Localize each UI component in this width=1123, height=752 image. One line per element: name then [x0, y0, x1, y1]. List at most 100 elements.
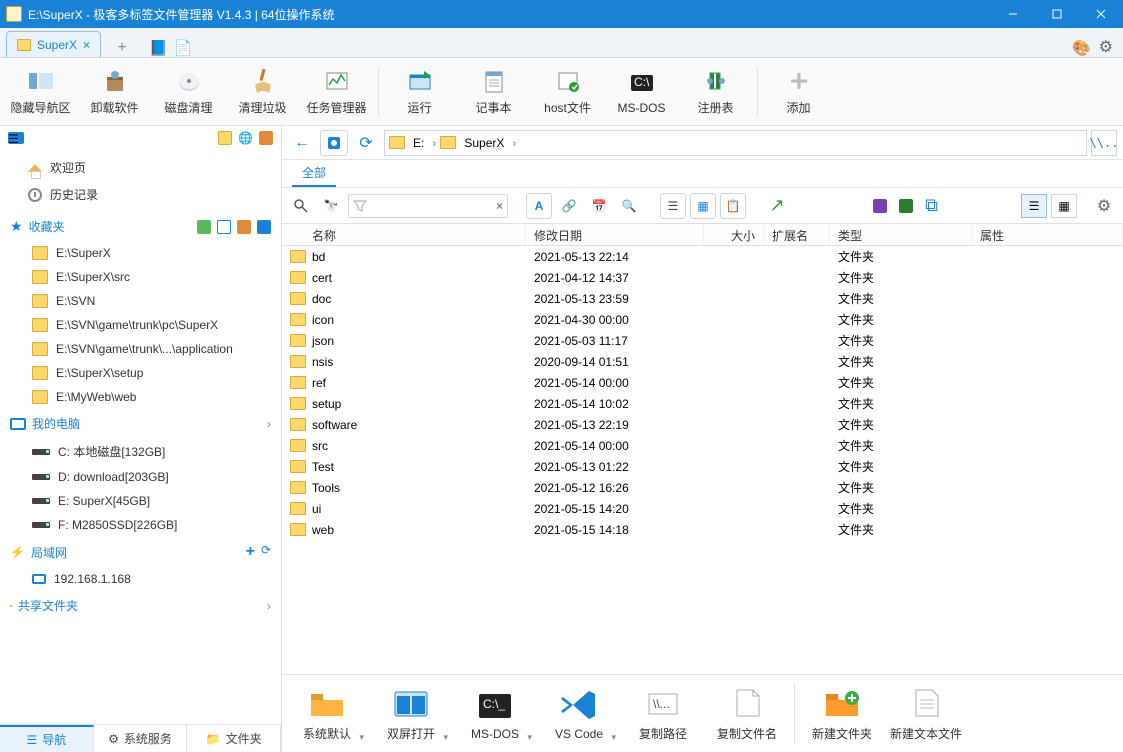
- palette-icon[interactable]: 🎨: [1072, 39, 1091, 57]
- breadcrumb-seg-1[interactable]: SuperX: [460, 136, 508, 150]
- fav-item[interactable]: E:\MyWeb\web: [0, 385, 281, 409]
- table-row[interactable]: Test2021-05-13 01:22文件夹: [282, 456, 1123, 477]
- toolbar-host[interactable]: host文件: [531, 61, 605, 123]
- fav-item[interactable]: E:\SuperX\src: [0, 265, 281, 289]
- list-layout-icon[interactable]: ☰: [660, 193, 686, 219]
- fav-page-icon[interactable]: [217, 220, 231, 234]
- bottom-dos[interactable]: C:\_MS-DOS▾: [454, 677, 536, 751]
- table-row[interactable]: software2021-05-13 22:19文件夹: [282, 414, 1123, 435]
- sidetab-0[interactable]: ☰导航: [0, 725, 94, 752]
- bookmark-icon-2[interactable]: 📄: [174, 39, 193, 57]
- search-icon[interactable]: [288, 193, 314, 219]
- list-view-icon[interactable]: ☰: [8, 132, 24, 144]
- table-row[interactable]: src2021-05-14 00:00文件夹: [282, 435, 1123, 456]
- path-mode-button[interactable]: \\..: [1091, 130, 1117, 156]
- col-date[interactable]: 修改日期: [526, 224, 704, 245]
- lan-item[interactable]: 192.168.1.168: [0, 567, 281, 591]
- table-row[interactable]: cert2021-04-12 14:37文件夹: [282, 267, 1123, 288]
- app-phpstorm-icon[interactable]: [873, 199, 887, 213]
- filter-tab-all[interactable]: 全部: [292, 160, 336, 187]
- table-row[interactable]: web2021-05-15 14:18文件夹: [282, 519, 1123, 540]
- table-row[interactable]: Tools2021-05-12 16:26文件夹: [282, 477, 1123, 498]
- fav-blue-icon[interactable]: [257, 220, 271, 234]
- table-row[interactable]: setup2021-05-14 10:02文件夹: [282, 393, 1123, 414]
- breadcrumb-seg-0[interactable]: E:: [409, 136, 428, 150]
- export-icon[interactable]: ↗: [764, 193, 790, 219]
- table-row[interactable]: bd2021-05-13 22:14文件夹: [282, 246, 1123, 267]
- sidebar-welcome[interactable]: 欢迎页: [0, 154, 281, 181]
- breadcrumb[interactable]: E: › SuperX ›: [384, 130, 1087, 156]
- table-row[interactable]: doc2021-05-13 23:59文件夹: [282, 288, 1123, 309]
- toolbar-nav[interactable]: 隐藏导航区: [4, 61, 78, 123]
- back-button[interactable]: ←: [288, 130, 316, 156]
- binoculars-icon[interactable]: 🔭: [318, 193, 344, 219]
- tab-close-icon[interactable]: ×: [83, 38, 90, 52]
- fav-item[interactable]: E:\SVN\game\trunk\...\application: [0, 337, 281, 361]
- calendar-icon[interactable]: 📅: [586, 193, 612, 219]
- sidetab-1[interactable]: ⚙系统服务: [94, 725, 188, 752]
- fav-add-green-icon[interactable]: [197, 220, 211, 234]
- bottom-newtxt[interactable]: 新建文本文件: [885, 677, 967, 751]
- view-details-button[interactable]: ☰: [1021, 194, 1047, 218]
- font-icon[interactable]: A: [526, 193, 552, 219]
- preview-icon[interactable]: 📋: [720, 193, 746, 219]
- folder-mini-icon[interactable]: [218, 131, 232, 145]
- app-vscode-icon[interactable]: ⧉: [925, 195, 938, 216]
- toolbar-add[interactable]: 添加: [762, 61, 836, 123]
- drive-item[interactable]: E: SuperX[45GB]: [0, 489, 281, 513]
- gear-icon[interactable]: ⚙: [1091, 193, 1117, 219]
- col-type[interactable]: 类型: [830, 224, 972, 245]
- fav-item[interactable]: E:\SVN: [0, 289, 281, 313]
- bottom-newfolder[interactable]: 新建文件夹: [801, 677, 883, 751]
- fav-item[interactable]: E:\SVN\game\trunk\pc\SuperX: [0, 313, 281, 337]
- clear-filter-icon[interactable]: ×: [496, 199, 503, 213]
- fav-item[interactable]: E:\SuperX: [0, 241, 281, 265]
- tab-superx[interactable]: SuperX ×: [6, 31, 101, 57]
- bottom-folder[interactable]: 系统默认▾: [286, 677, 368, 751]
- col-name[interactable]: 名称: [282, 224, 526, 245]
- filter-input[interactable]: ×: [348, 194, 508, 218]
- minimize-button[interactable]: [991, 0, 1035, 28]
- link-icon[interactable]: 🔗: [556, 193, 582, 219]
- toolbar-dos[interactable]: C:\MS-DOS: [605, 61, 679, 123]
- toolbar-reg[interactable]: 注册表: [679, 61, 753, 123]
- toolbar-task[interactable]: 任务管理器: [300, 61, 374, 123]
- settings-icon[interactable]: ⚙: [1099, 37, 1113, 57]
- table-row[interactable]: nsis2020-09-14 01:51文件夹: [282, 351, 1123, 372]
- drive-item[interactable]: F: M2850SSD[226GB]: [0, 513, 281, 537]
- bottom-split[interactable]: 双屏打开▾: [370, 677, 452, 751]
- col-attr[interactable]: 属性: [972, 224, 1123, 245]
- refresh-button[interactable]: ⟳: [352, 130, 380, 156]
- grid-layout-icon[interactable]: ▦: [690, 193, 716, 219]
- table-row[interactable]: ref2021-05-14 00:00文件夹: [282, 372, 1123, 393]
- maximize-button[interactable]: [1035, 0, 1079, 28]
- calendar-mini-icon[interactable]: [259, 131, 273, 145]
- lan-add-icon[interactable]: +: [246, 543, 255, 561]
- lan-section-title[interactable]: ⚡ 局域网 + ⟳: [0, 537, 281, 567]
- sidebar-history[interactable]: 历史记录: [0, 181, 281, 208]
- mypc-section-title[interactable]: 我的电脑 ›: [0, 409, 281, 438]
- bottom-path[interactable]: \\...复制路径: [622, 677, 704, 751]
- col-size[interactable]: 大小: [704, 224, 764, 245]
- fav-cal-icon[interactable]: [237, 220, 251, 234]
- toolbar-uninstall[interactable]: 卸载软件: [78, 61, 152, 123]
- bottom-vscode[interactable]: VS Code▾: [538, 677, 620, 751]
- table-row[interactable]: ui2021-05-15 14:20文件夹: [282, 498, 1123, 519]
- drive-item[interactable]: C: 本地磁盘[132GB]: [0, 438, 281, 465]
- lan-refresh-icon[interactable]: ⟳: [261, 543, 271, 561]
- globe-mini-icon[interactable]: 🌐: [238, 131, 253, 145]
- zoom-icon[interactable]: 🔍: [616, 193, 642, 219]
- new-tab-button[interactable]: +: [109, 39, 135, 57]
- sidetab-2[interactable]: 📁文件夹: [187, 725, 281, 752]
- bookmark-icon-1[interactable]: 📘: [149, 39, 168, 57]
- toolbar-notepad[interactable]: 记事本: [457, 61, 531, 123]
- app-pycharm-icon[interactable]: [899, 199, 913, 213]
- bottom-file[interactable]: 复制文件名: [706, 677, 788, 751]
- home-nav-button[interactable]: [320, 130, 348, 156]
- drive-item[interactable]: D: download[203GB]: [0, 465, 281, 489]
- toolbar-brush[interactable]: 清理垃圾: [226, 61, 300, 123]
- close-button[interactable]: [1079, 0, 1123, 28]
- fav-item[interactable]: E:\SuperX\setup: [0, 361, 281, 385]
- favorites-section-title[interactable]: ★ 收藏夹: [0, 212, 281, 241]
- share-section-title[interactable]: 共享文件夹 ›: [0, 591, 281, 620]
